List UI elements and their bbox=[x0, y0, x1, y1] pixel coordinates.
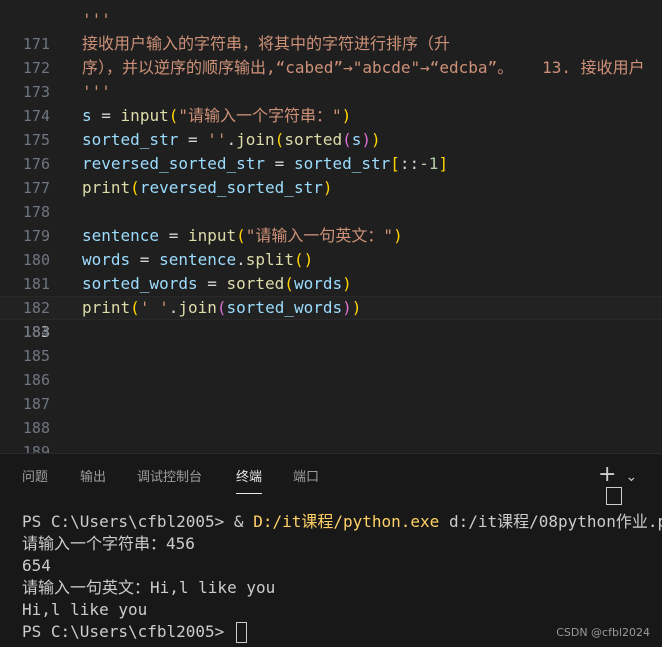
code-editor[interactable]: 171 ''' 172 接收用户输入的字符串，将其中的字符进行排序（升 173 … bbox=[0, 0, 662, 453]
code-line-186[interactable]: 186 bbox=[0, 368, 662, 392]
tab-ports[interactable]: 端口 bbox=[293, 466, 319, 485]
code-line-175[interactable]: 175 s = input("请输入一个字符串：") bbox=[0, 104, 662, 149]
code-text: 序），并以逆序的顺序输出,“cabed”→"abcde"→“edcba”。 13… bbox=[82, 58, 645, 77]
terminal-prompt-line[interactable]: PS C:\Users\cfbl2005> bbox=[22, 621, 247, 643]
code-line-173[interactable]: 173 序），并以逆序的顺序输出,“cabed”→"abcde"→“edcba”… bbox=[0, 56, 662, 101]
bottom-panel: 问题 输出 调试控制台 终端 端口 + ⌄ PS C:\Users\cfbl20… bbox=[0, 453, 662, 647]
panel-tabs: 问题 输出 调试控制台 终端 端口 + ⌄ bbox=[0, 454, 662, 505]
tab-debug-console[interactable]: 调试控制台 bbox=[137, 466, 202, 485]
code-line-183[interactable]: 183 print(' '.join(sorted_words)) bbox=[0, 296, 662, 341]
code-line-181[interactable]: 181 words = sentence.split() bbox=[0, 248, 662, 293]
terminal-line: PS C:\Users\cfbl2005> & D:/it课程/python.e… bbox=[22, 512, 662, 531]
terminal-icon[interactable] bbox=[606, 487, 622, 505]
code-line-177[interactable]: 177 reversed_sorted_str = sorted_str[::-… bbox=[0, 152, 662, 197]
code-text: s = input("请输入一个字符串：") bbox=[82, 106, 352, 125]
code-text: sorted_str = ''.join(sorted(s)) bbox=[82, 130, 381, 149]
code-text: ''' bbox=[82, 10, 111, 29]
chevron-down-icon[interactable]: ⌄ bbox=[626, 469, 638, 485]
code-text: sentence = input("请输入一句英文：") bbox=[82, 226, 403, 245]
code-text: print(' '.join(sorted_words)) bbox=[82, 298, 362, 317]
code-line-176[interactable]: 176 sorted_str = ''.join(sorted(s)) bbox=[0, 128, 662, 173]
tab-output[interactable]: 输出 bbox=[80, 466, 106, 485]
line-number: 184 bbox=[22, 323, 50, 341]
terminal-line: 请输入一句英文：Hi,l like you bbox=[22, 578, 276, 597]
code-text: sorted_words = sorted(words) bbox=[82, 274, 352, 293]
terminal-cursor bbox=[235, 622, 247, 643]
code-line-172[interactable]: 172 接收用户输入的字符串，将其中的字符进行排序（升 bbox=[0, 32, 662, 77]
code-text: 接收用户输入的字符串，将其中的字符进行排序（升 bbox=[82, 34, 451, 53]
tab-terminal[interactable]: 终端 bbox=[236, 466, 263, 494]
watermark: CSDN @cfbl2024 bbox=[556, 626, 650, 639]
line-number: 188 bbox=[22, 419, 50, 437]
tab-problems[interactable]: 问题 bbox=[22, 466, 48, 485]
code-line-174[interactable]: 174 ''' bbox=[0, 80, 662, 125]
terminal-line: Hi,l like you bbox=[22, 600, 148, 619]
line-number: 189 bbox=[22, 443, 50, 453]
code-text: words = sentence.split() bbox=[82, 250, 314, 269]
code-line-187[interactable]: 187 bbox=[0, 392, 662, 416]
line-number: 187 bbox=[22, 395, 50, 413]
code-line-189[interactable]: 189 bbox=[0, 440, 662, 453]
line-number: 185 bbox=[22, 347, 50, 365]
terminal-line: 请输入一个字符串：456 bbox=[22, 534, 195, 553]
code-text: print(reversed_sorted_str) bbox=[82, 178, 333, 197]
code-line-171[interactable]: 171 ''' bbox=[0, 8, 662, 53]
code-line-185[interactable]: 185 bbox=[0, 344, 662, 368]
code-line-184[interactable]: 184 bbox=[0, 320, 662, 344]
code-line-179[interactable]: 179 bbox=[0, 200, 662, 245]
code-line-182[interactable]: 182 sorted_words = sorted(words) bbox=[0, 272, 662, 317]
code-text: ''' bbox=[82, 82, 111, 101]
code-line-178[interactable]: 178 print(reversed_sorted_str) bbox=[0, 176, 662, 221]
line-number: 186 bbox=[22, 371, 50, 389]
new-terminal-icon[interactable]: + bbox=[598, 462, 616, 487]
terminal-line: 654 bbox=[22, 556, 51, 575]
code-line-188[interactable]: 188 bbox=[0, 416, 662, 440]
code-line-180[interactable]: 180 sentence = input("请输入一句英文：") bbox=[0, 224, 662, 269]
panel-toolbar: + ⌄ bbox=[598, 462, 662, 506]
code-text: reversed_sorted_str = sorted_str[::-1] bbox=[82, 154, 449, 173]
